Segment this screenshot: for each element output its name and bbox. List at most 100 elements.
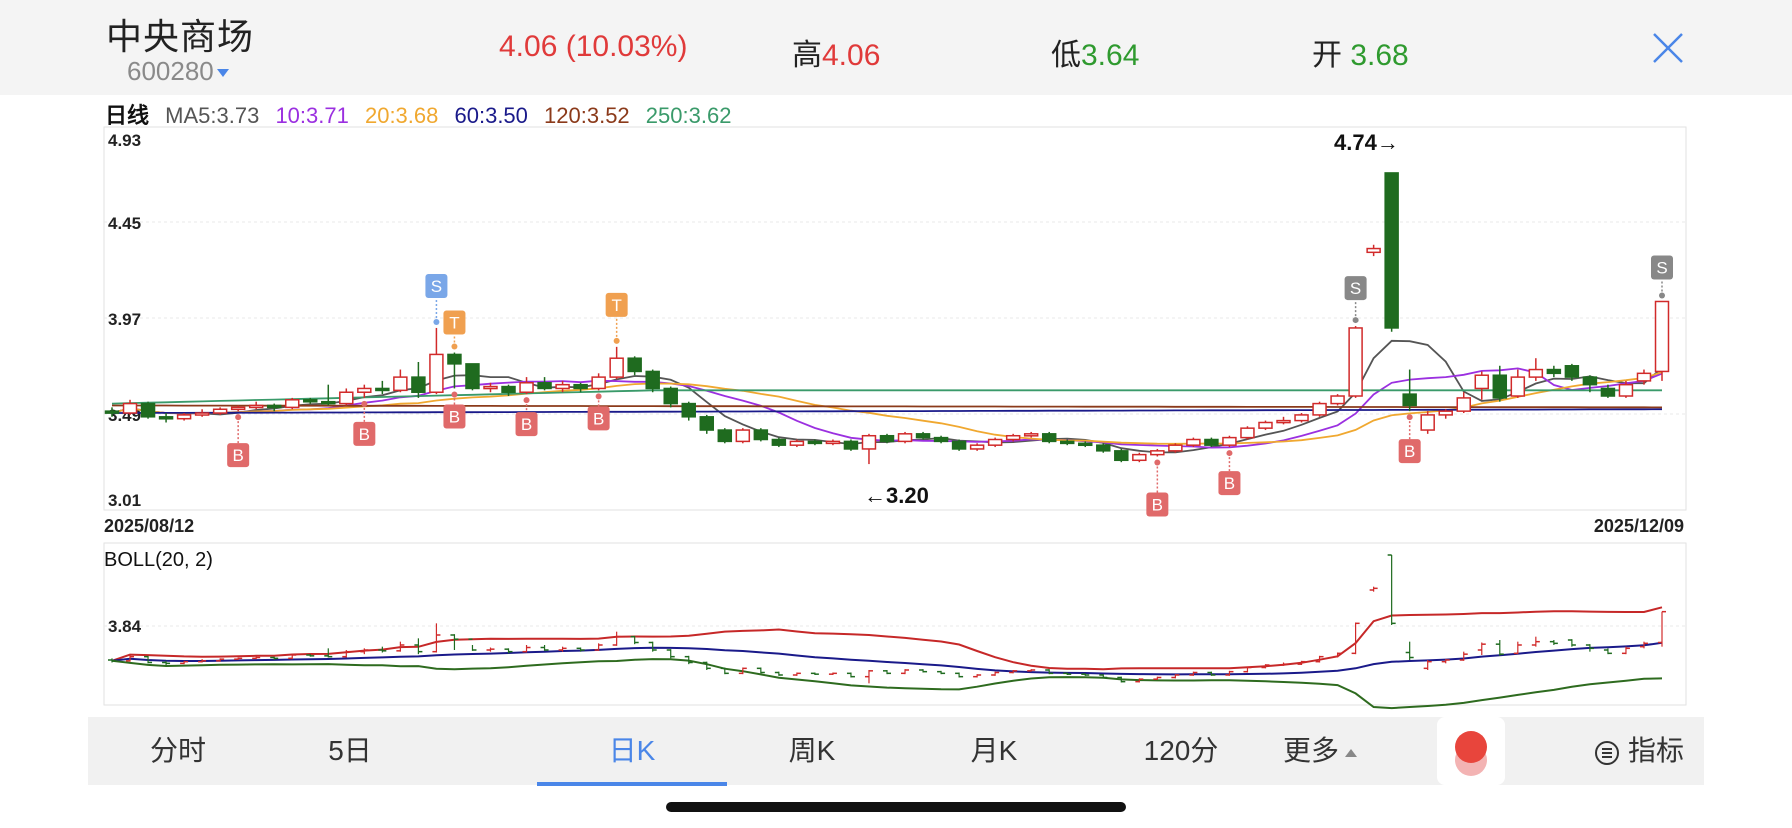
tab-weekly-k[interactable]: 周K xyxy=(762,717,862,785)
candle-body xyxy=(339,391,354,405)
tab-intraday[interactable]: 分时 xyxy=(128,717,228,785)
candle-body xyxy=(1384,172,1399,329)
candle-body xyxy=(501,385,516,393)
candle-body xyxy=(1402,393,1417,407)
candle-body xyxy=(807,440,823,445)
candle-body xyxy=(1528,368,1544,378)
candle-body xyxy=(104,410,120,414)
candle-body xyxy=(519,382,534,393)
candle-body xyxy=(879,434,895,443)
y-tick-label: 3.97 xyxy=(108,310,141,329)
candle-body xyxy=(681,402,696,418)
candle-body xyxy=(1114,450,1129,462)
candle-body xyxy=(861,434,877,450)
signal-label: B xyxy=(593,409,604,428)
candle-body xyxy=(1330,395,1345,405)
signal-label: B xyxy=(232,446,243,465)
candle-body xyxy=(1023,433,1039,437)
candle-body xyxy=(591,376,606,390)
max-price-label: 4.74→ xyxy=(1334,130,1399,155)
boll-y-tick: 3.84 xyxy=(108,617,142,636)
boll-lower-line xyxy=(111,658,1663,710)
candle-body xyxy=(1186,438,1201,446)
candle-body xyxy=(1456,397,1471,412)
candle-body xyxy=(140,402,156,418)
candle-body xyxy=(321,400,336,405)
candle-body xyxy=(699,416,715,431)
tab-120min[interactable]: 120分 xyxy=(1106,717,1256,785)
kline-chart[interactable]: 4.93 4.45 3.97 3.49 3.01 2025/08/12 2025… xyxy=(0,0,1792,715)
tab-more[interactable]: 更多 xyxy=(1240,717,1400,785)
candle-body xyxy=(1546,368,1562,375)
signal-dot xyxy=(1406,414,1413,421)
indicator-button[interactable]: 指标 xyxy=(1574,717,1704,785)
candle-body xyxy=(1150,450,1165,456)
candle-body xyxy=(969,444,985,450)
candle-body xyxy=(753,429,769,441)
boll-panel xyxy=(108,554,1666,710)
signals: BBB B BBBBSTTSS xyxy=(227,255,1673,517)
candle-body xyxy=(1168,444,1183,452)
candle-body xyxy=(411,376,426,393)
signal-label: T xyxy=(449,314,459,333)
candle-body xyxy=(194,412,210,416)
candle-body xyxy=(897,433,913,443)
active-tab-underline xyxy=(537,782,727,786)
candle-body xyxy=(1078,442,1093,447)
boll-mid-line xyxy=(111,641,1663,676)
candle-body xyxy=(447,353,462,365)
candle-body xyxy=(303,399,318,403)
candle-body xyxy=(1492,374,1508,399)
candle-body xyxy=(1240,427,1255,439)
floating-assistant-button[interactable] xyxy=(1437,717,1505,785)
candle-body xyxy=(248,404,264,409)
candle-body xyxy=(843,440,859,450)
candle-body xyxy=(825,440,841,445)
candle-body xyxy=(176,414,192,420)
candle-body xyxy=(230,406,246,411)
candle-body xyxy=(771,438,787,446)
candle-body xyxy=(1258,421,1273,429)
signal-label: B xyxy=(1404,442,1415,461)
candle-body xyxy=(573,383,588,390)
candle-body xyxy=(1132,453,1147,462)
candle-body xyxy=(212,408,228,414)
candle-body xyxy=(717,429,733,443)
candle-body xyxy=(1420,414,1435,431)
signal-label: B xyxy=(521,415,532,434)
signal-label: B xyxy=(1152,496,1163,515)
candle-body xyxy=(1041,433,1057,443)
signal-dot xyxy=(595,393,602,400)
y-tick-label: 4.45 xyxy=(108,214,141,233)
candle-body xyxy=(609,357,624,378)
candle-body xyxy=(266,404,282,409)
candle-body xyxy=(1474,374,1490,390)
candle-body xyxy=(1204,438,1219,446)
signal-dot xyxy=(523,397,530,404)
candle-body xyxy=(627,357,642,373)
candle-body xyxy=(1276,419,1291,424)
signal-label: B xyxy=(1224,474,1235,493)
signal-label: S xyxy=(1350,279,1361,298)
candle-body xyxy=(393,376,408,392)
candle-body xyxy=(1564,365,1580,378)
candle-body xyxy=(1096,444,1111,452)
candle-body xyxy=(1059,440,1075,445)
tab-daily-k[interactable]: 日K xyxy=(582,717,682,785)
candle-body xyxy=(663,387,678,405)
tab-5day[interactable]: 5日 xyxy=(300,717,400,785)
signal-dot xyxy=(1659,292,1665,299)
candle-body xyxy=(1438,410,1453,416)
candle-body xyxy=(122,402,138,414)
candle-body xyxy=(555,383,570,390)
signal-dot xyxy=(1154,459,1161,466)
candle-body xyxy=(1348,327,1363,397)
candle-body xyxy=(537,382,552,390)
candle-body xyxy=(951,440,967,450)
candle-body xyxy=(1294,414,1309,422)
candle-body xyxy=(284,399,300,409)
tab-monthly-k[interactable]: 月K xyxy=(944,717,1044,785)
candle-body xyxy=(1654,300,1670,373)
candle-body xyxy=(1636,372,1652,382)
home-indicator xyxy=(666,802,1126,812)
